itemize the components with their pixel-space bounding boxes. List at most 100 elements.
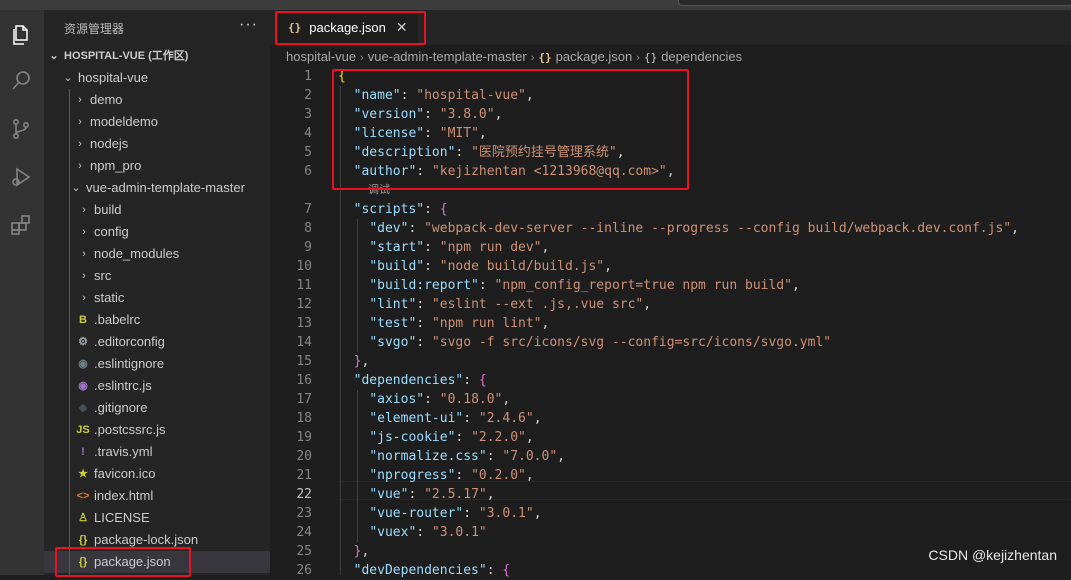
- file-type-icon: <>: [76, 490, 90, 502]
- tree-folder[interactable]: › config: [44, 221, 270, 243]
- code-token: ,: [557, 449, 565, 464]
- tree-item-label: static: [94, 290, 125, 305]
- tree-file[interactable]: ♙ LICENSE: [44, 507, 270, 529]
- tree-file[interactable]: {} package.json: [44, 551, 270, 573]
- line-number: 11: [296, 278, 312, 293]
- code-token: ,: [525, 468, 534, 483]
- tree-item-label: demo: [90, 92, 123, 107]
- source-control-icon[interactable]: [6, 114, 36, 144]
- code-token: :: [424, 107, 440, 122]
- tree-item-label: .gitignore: [94, 400, 148, 415]
- breadcrumb-item[interactable]: vue-admin-template-master: [368, 49, 527, 64]
- code-token: ,: [791, 278, 800, 293]
- code-token: "2.4.6": [478, 411, 534, 426]
- title-bar: [0, 0, 1071, 10]
- code-line: 2 "name": "hospital-vue",: [270, 86, 1071, 105]
- run-debug-icon[interactable]: [6, 162, 36, 192]
- code-line: 17 "axios": "0.18.0",: [270, 390, 1071, 409]
- tree-file[interactable]: ★ favicon.ico: [44, 463, 270, 485]
- code-token: "webpack-dev-server --inline --progress …: [424, 221, 1012, 236]
- explorer-icon[interactable]: [6, 20, 36, 50]
- tree-file[interactable]: JS .postcssrc.js: [44, 419, 270, 441]
- code-text: "author": "kejizhentan <1213968@qq.com>"…: [338, 162, 675, 181]
- close-icon[interactable]: ✕: [396, 19, 408, 36]
- search-icon[interactable]: [6, 66, 36, 96]
- tree-folder[interactable]: › nodejs: [44, 133, 270, 155]
- more-actions-icon[interactable]: ···: [239, 16, 258, 34]
- code-token: "eslint --ext .js,.vue src": [431, 297, 644, 312]
- tree-folder[interactable]: ⌄ hospital-vue: [44, 67, 270, 89]
- breadcrumb-item[interactable]: hospital-vue: [286, 49, 356, 64]
- tree-item-label: package-lock.json: [94, 532, 199, 547]
- chevron-right-icon: ›: [82, 226, 86, 238]
- tree-folder[interactable]: › npm_pro: [44, 155, 270, 177]
- tree-file[interactable]: {} package-lock.json: [44, 529, 270, 551]
- code-token: :: [416, 316, 432, 331]
- tree-folder[interactable]: › modeldemo: [44, 111, 270, 133]
- code-token: "MIT": [439, 126, 479, 141]
- code-line: 12 "lint": "eslint --ext .js,.vue src",: [270, 295, 1071, 314]
- tree-item-label: hospital-vue: [78, 70, 149, 85]
- breadcrumb-item[interactable]: package.json: [556, 49, 633, 64]
- search-box-fragment[interactable]: [678, 0, 1071, 6]
- code-token: :: [416, 164, 432, 179]
- tree-file[interactable]: B .babelrc: [44, 309, 270, 331]
- code-token: "name": [353, 88, 401, 103]
- code-token: :: [455, 430, 472, 445]
- breadcrumb-item[interactable]: dependencies: [661, 49, 742, 64]
- code-text: "element-ui": "2.4.6",: [338, 409, 541, 428]
- code-token: "npm_config_report=true npm run build": [494, 278, 792, 293]
- tree-file[interactable]: ◆ .gitignore: [44, 397, 270, 419]
- tab-package-json[interactable]: {} package.json ✕: [278, 10, 418, 45]
- code-token: {: [439, 202, 448, 217]
- code-token: :: [400, 88, 417, 103]
- code-token: "3.0.1": [431, 525, 487, 540]
- code-text: "dev": "webpack-dev-server --inline --pr…: [338, 219, 1019, 238]
- code-token: "normalize.css": [369, 449, 487, 464]
- tree-folder[interactable]: › node_modules: [44, 243, 270, 265]
- tree-file[interactable]: <> index.html: [44, 485, 270, 507]
- line-number: 8: [304, 221, 312, 236]
- tree-folder[interactable]: › build: [44, 199, 270, 221]
- tree-item-label: favicon.ico: [94, 466, 156, 481]
- code-token: "devDependencies": [353, 563, 487, 578]
- code-line: 14 "svgo": "svgo -f src/icons/svg --conf…: [270, 333, 1071, 352]
- code-line: 16 "dependencies": {: [270, 371, 1071, 390]
- code-text: "nprogress": "0.2.0",: [338, 466, 534, 485]
- code-token: :: [478, 278, 495, 293]
- code-token: "kejizhentan <1213968@qq.com>": [431, 164, 667, 179]
- code-token: :: [486, 449, 503, 464]
- tree-item-label: LICENSE: [94, 510, 150, 525]
- code-token: "npm run lint": [431, 316, 542, 331]
- code-text: "axios": "0.18.0",: [338, 390, 510, 409]
- tree-folder[interactable]: › demo: [44, 89, 270, 111]
- code-text: "build:report": "npm_config_report=true …: [338, 276, 800, 295]
- line-number: 6: [304, 164, 312, 179]
- workspace-label: HOSPITAL-VUE (工作区): [64, 50, 189, 62]
- code-token: :: [424, 202, 440, 217]
- object-icon: {}: [643, 51, 658, 64]
- line-number: 26: [296, 563, 312, 578]
- workspace-header[interactable]: ⌄ HOSPITAL-VUE (工作区): [44, 45, 270, 67]
- tree-file[interactable]: ◉ .eslintrc.js: [44, 375, 270, 397]
- tree-folder[interactable]: ⌄ vue-admin-template-master: [44, 177, 270, 199]
- codelens-debug[interactable]: 调试: [368, 181, 390, 197]
- activity-bar: [0, 10, 44, 575]
- code-token: :: [408, 487, 425, 502]
- extensions-icon[interactable]: [6, 210, 36, 240]
- code-editor[interactable]: 1{2 "name": "hospital-vue", 3 "version": …: [270, 67, 1071, 578]
- tree-file[interactable]: ◉ .eslintignore: [44, 353, 270, 375]
- tree-folder[interactable]: › static: [44, 287, 270, 309]
- tree-folder[interactable]: › src: [44, 265, 270, 287]
- code-text: "version": "3.8.0",: [338, 105, 503, 124]
- code-token: :: [424, 259, 440, 274]
- chevron-right-icon: ›: [82, 270, 86, 282]
- tree-file[interactable]: ! .travis.yml: [44, 441, 270, 463]
- tree-file[interactable]: ⚙ .editorconfig: [44, 331, 270, 353]
- chevron-right-icon: ›: [82, 248, 86, 260]
- code-text: "scripts": {: [338, 200, 448, 219]
